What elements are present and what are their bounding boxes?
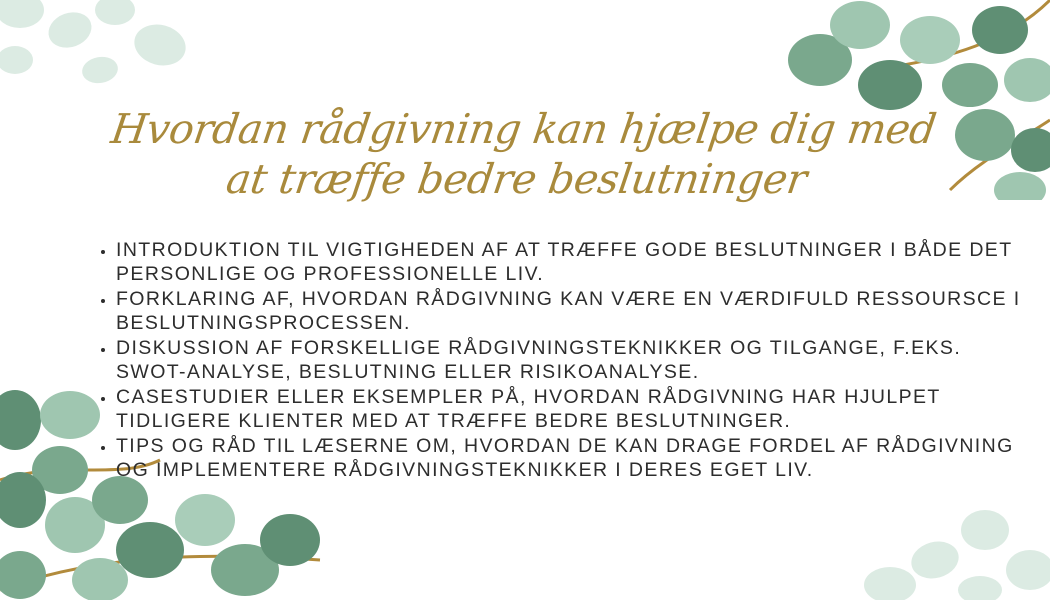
bullet-list: Introduktion til vigtigheden af at træff… [86,238,1036,483]
bullet-item: Introduktion til vigtigheden af at træff… [116,238,1036,286]
eucalyptus-leaves-bottom-right-icon [864,510,1050,600]
bullet-item: Tips og råd til læserne om, hvordan de k… [116,434,1036,482]
bullet-item: Forklaring af, hvordan rådgivning kan væ… [116,287,1036,335]
eucalyptus-leaves-top-left-icon [0,0,186,84]
bullet-item: Diskussion af forskellige rådgivningstek… [116,336,1036,384]
page-title: Hvordan rådgivning kan hjælpe dig med at… [108,105,939,203]
bullet-item: Casestudier eller eksempler på, hvordan … [116,385,1036,433]
